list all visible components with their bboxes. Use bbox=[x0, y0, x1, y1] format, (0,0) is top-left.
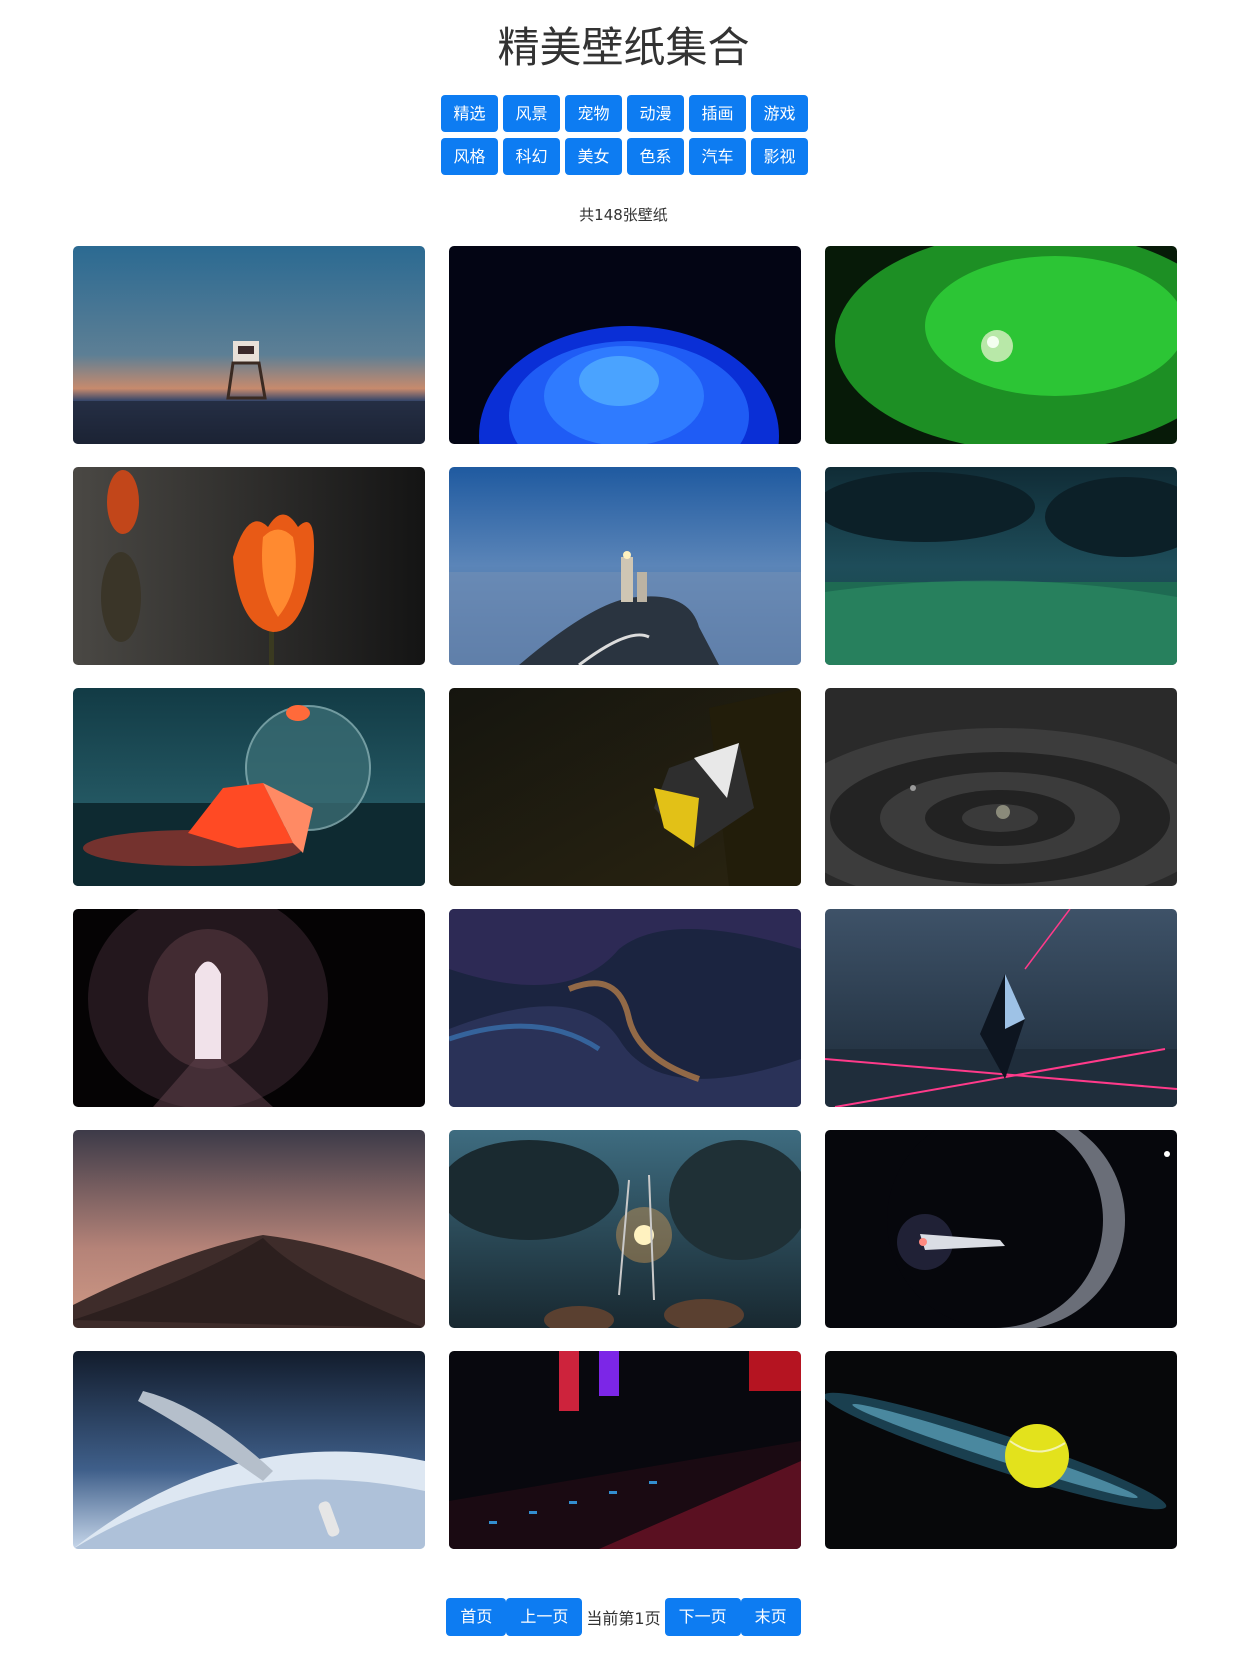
wallpaper-thumbnail-green-leaf[interactable] bbox=[825, 246, 1177, 444]
category-button-games[interactable]: 游戏 bbox=[751, 95, 808, 132]
category-button-scenery[interactable]: 风景 bbox=[503, 95, 560, 132]
wallpaper-thumbnail-crystal-lasers[interactable] bbox=[825, 909, 1177, 1107]
category-button-featured[interactable]: 精选 bbox=[441, 95, 498, 132]
wallpaper-thumbnail-lighthouse-dusk[interactable] bbox=[73, 246, 425, 444]
wallpaper-thumbnail-tennis-ball-galaxy[interactable] bbox=[825, 1351, 1177, 1549]
current-page-indicator: 当前第1页 bbox=[586, 1609, 661, 1628]
wallpaper-page: 精美壁纸集合 精选 风景 宠物 动漫 插画 游戏 风格 科幻 美女 色系 汽车 … bbox=[0, 0, 1247, 1654]
category-button-anime[interactable]: 动漫 bbox=[627, 95, 684, 132]
wallpaper-thumbnail-gray-ripples[interactable] bbox=[825, 688, 1177, 886]
previous-page-button[interactable]: 上一页 bbox=[506, 1598, 583, 1636]
pagination: 首页 上一页 当前第1页 下一页 末页 bbox=[0, 1598, 1247, 1636]
category-button-style[interactable]: 风格 bbox=[441, 138, 498, 175]
category-button-color[interactable]: 色系 bbox=[627, 138, 684, 175]
category-button-pets[interactable]: 宠物 bbox=[565, 95, 622, 132]
wallpaper-thumbnail-blue-bloom[interactable] bbox=[449, 246, 801, 444]
wallpaper-thumbnail-desert-dune[interactable] bbox=[73, 1130, 425, 1328]
wallpaper-thumbnail-blue-lighthouse[interactable] bbox=[449, 467, 801, 665]
wallpaper-grid bbox=[73, 246, 1177, 1549]
wallpaper-thumbnail-moon-shuttle[interactable] bbox=[825, 1130, 1177, 1328]
wallpaper-count: 共148张壁纸 bbox=[579, 206, 668, 224]
last-page-button[interactable]: 末页 bbox=[740, 1598, 801, 1636]
wallpaper-thumbnail-sparklers[interactable] bbox=[449, 1130, 801, 1328]
next-page-button[interactable]: 下一页 bbox=[664, 1598, 741, 1636]
category-button-beauty[interactable]: 美女 bbox=[565, 138, 622, 175]
wallpaper-thumbnail-keyboard-glow[interactable] bbox=[449, 1351, 801, 1549]
wallpaper-thumbnail-teal-terraces[interactable] bbox=[825, 467, 1177, 665]
wallpaper-thumbnail-orange-tulip[interactable] bbox=[73, 467, 425, 665]
wallpaper-thumbnail-dark-geometric[interactable] bbox=[449, 688, 801, 886]
first-page-button[interactable]: 首页 bbox=[446, 1598, 507, 1636]
category-button-cars[interactable]: 汽车 bbox=[689, 138, 746, 175]
category-nav: 精选 风景 宠物 动漫 插画 游戏 风格 科幻 美女 色系 汽车 影视 bbox=[441, 95, 811, 175]
wallpaper-thumbnail-glass-sphere[interactable] bbox=[73, 688, 425, 886]
wallpaper-thumbnail-dark-doorway[interactable] bbox=[73, 909, 425, 1107]
wallpaper-thumbnail-silk-waves[interactable] bbox=[449, 909, 801, 1107]
page-title: 精美壁纸集合 bbox=[497, 23, 750, 72]
category-button-film[interactable]: 影视 bbox=[751, 138, 808, 175]
wallpaper-thumbnail-starship-earth[interactable] bbox=[73, 1351, 425, 1549]
category-button-illustration[interactable]: 插画 bbox=[689, 95, 746, 132]
category-button-scifi[interactable]: 科幻 bbox=[503, 138, 560, 175]
